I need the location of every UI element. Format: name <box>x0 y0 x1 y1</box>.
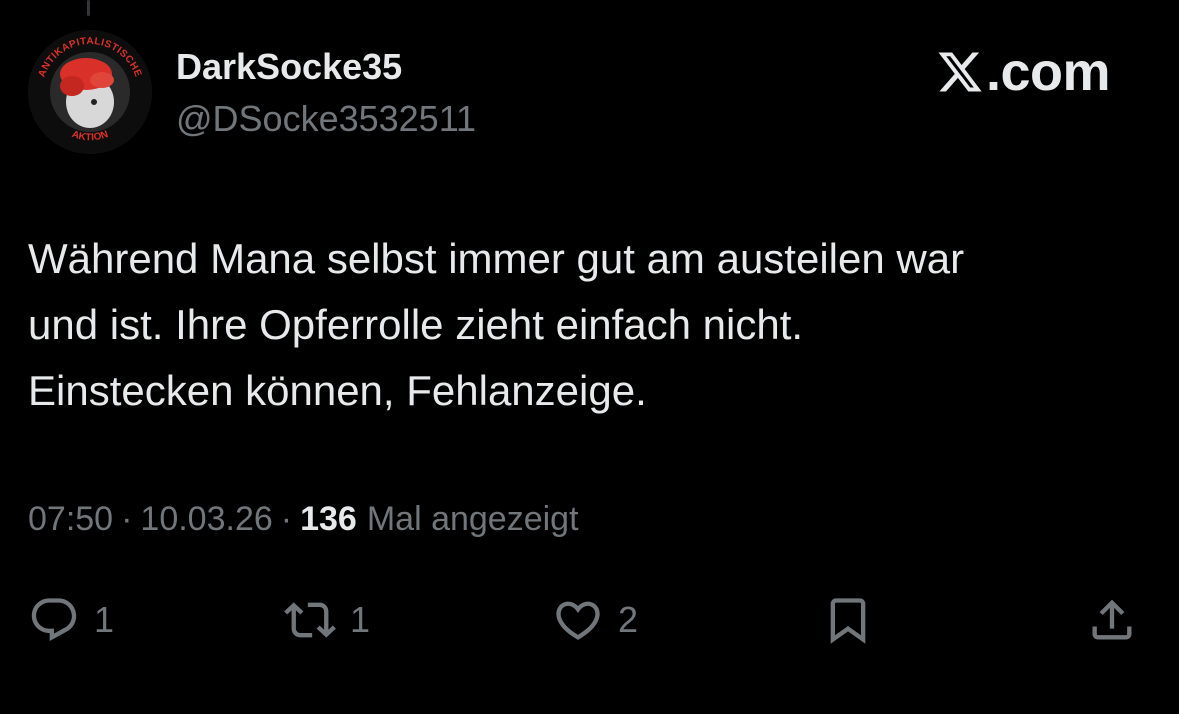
brand-watermark: .com <box>936 42 1126 102</box>
views-count[interactable]: 136 <box>300 500 357 539</box>
reply-count: 1 <box>94 599 115 640</box>
reply-button[interactable]: 1 <box>28 590 114 650</box>
avatar-image: ANTIKAPITALISTISCHE AKTION <box>28 30 152 154</box>
author-display-name[interactable]: DarkSocke35 <box>176 46 402 88</box>
views-label: Mal angezeigt <box>366 500 579 538</box>
heart-icon <box>556 601 600 640</box>
tweet-body: Während Mana selbst immer gut am austeil… <box>28 226 1148 424</box>
brand-domain-text: .com <box>986 42 1111 102</box>
tweet-meta: 07:50 · 10.03.26 · 136 Mal angezeigt <box>28 500 579 539</box>
tweet-date[interactable]: 10.03.26 <box>140 500 272 539</box>
tweet-line: und ist. Ihre Opferrolle zieht einfach n… <box>28 301 804 348</box>
meta-separator: · <box>121 500 133 538</box>
avatar[interactable]: ANTIKAPITALISTISCHE AKTION <box>28 30 152 154</box>
meta-separator: · <box>280 500 293 538</box>
repost-arrows-icon <box>284 602 336 638</box>
author-handle[interactable]: @DSocke3532511 <box>176 98 476 140</box>
like-count: 2 <box>618 599 639 640</box>
share-button[interactable] <box>1086 590 1138 650</box>
repost-count: 1 <box>350 599 371 640</box>
tweet-screenshot: ANTIKAPITALISTISCHE AKTION DarkSocke35 @… <box>0 0 1179 714</box>
tweet-time[interactable]: 07:50 <box>28 500 113 539</box>
tweet-line: Während Mana selbst immer gut am austeil… <box>28 235 965 282</box>
x-logo-icon <box>938 52 982 92</box>
bookmark-icon <box>830 598 866 644</box>
reply-bubble-icon <box>31 598 77 642</box>
share-upload-icon <box>1092 599 1132 640</box>
thread-connector-line <box>87 0 90 16</box>
bookmark-button[interactable] <box>822 590 874 650</box>
like-button[interactable]: 2 <box>552 590 638 650</box>
tweet-line: Einstecken können, Fehlanzeige. <box>28 367 647 414</box>
repost-button[interactable]: 1 <box>284 590 370 650</box>
tweet-actions-bar: 1 1 2 <box>0 590 1179 650</box>
